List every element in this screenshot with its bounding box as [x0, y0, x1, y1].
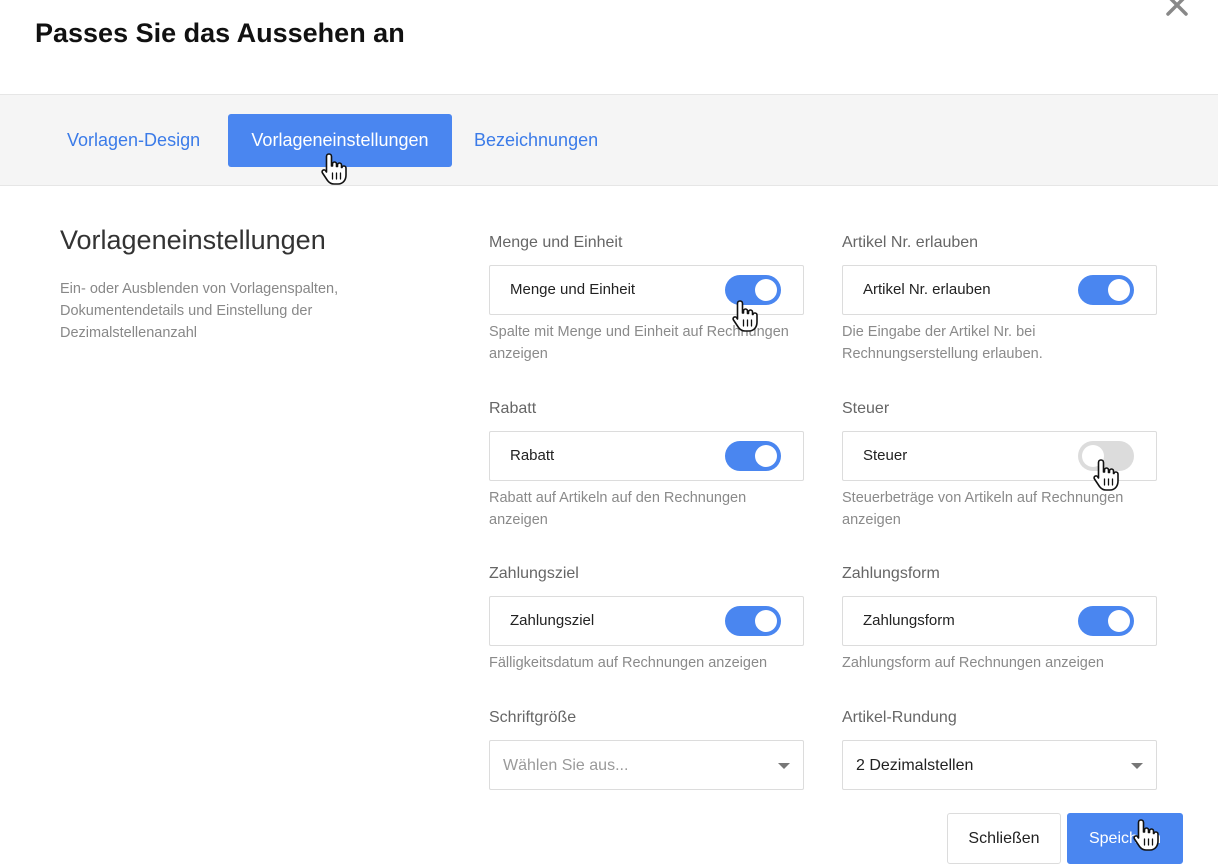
toggle-label: Menge und Einheit — [510, 281, 636, 298]
setting-box: Steuer — [842, 431, 1157, 481]
setting-help: Zahlungsform auf Rechnungen anzeigen — [842, 655, 1104, 671]
rounding-select[interactable]: 2 Dezimalstellen — [842, 740, 1157, 790]
setting-tax: Steuer Steuer Steuerbeträge von Artikeln… — [842, 398, 1157, 531]
setting-label: Artikel Nr. erlauben — [842, 234, 979, 251]
toggle-knob — [755, 279, 777, 301]
setting-box: Artikel Nr. erlauben — [842, 265, 1157, 315]
setting-label: Rabatt — [489, 400, 537, 417]
setting-payment-method: Zahlungsform Zahlungsform Zahlungsform a… — [842, 563, 1157, 674]
toggle-label: Steuer — [863, 447, 908, 464]
close-button[interactable]: Schließen — [947, 813, 1061, 864]
caret-down-icon — [778, 763, 790, 769]
tab-labels[interactable]: Bezeichnungen — [454, 114, 618, 167]
setting-payment-term: Zahlungsziel Zahlungsziel Fälligkeitsdat… — [489, 563, 804, 674]
toggle-knob — [1108, 279, 1130, 301]
setting-box: Zahlungsform — [842, 596, 1157, 646]
modal-header: Passes Sie das Aussehen an — [0, 0, 1218, 94]
setting-box: Menge und Einheit — [489, 265, 804, 315]
toggle-knob — [1082, 445, 1104, 467]
setting-quantity: Menge und Einheit Menge und Einheit Spal… — [489, 232, 804, 365]
setting-label: Zahlungsform — [842, 565, 940, 582]
tab-bar: Vorlagen-Design Vorlageneinstellungen Be… — [0, 94, 1218, 186]
caret-down-icon — [1131, 763, 1143, 769]
setting-rounding: Artikel-Rundung 2 Dezimalstellen — [842, 707, 1157, 790]
setting-help: Rabatt auf Artikeln auf den Rechnungen a… — [489, 490, 747, 528]
setting-label: Steuer — [842, 400, 890, 417]
select-value: 2 Dezimalstellen — [856, 757, 974, 774]
setting-discount: Rabatt Rabatt Rabatt auf Artikeln auf de… — [489, 398, 804, 531]
toggle-label: Rabatt — [510, 447, 555, 464]
section-description: Ein- oder Ausblenden von Vorlagenspalten… — [60, 281, 339, 341]
font-size-select[interactable]: Wählen Sie aus... — [489, 740, 804, 790]
setting-article-no: Artikel Nr. erlauben Artikel Nr. erlaube… — [842, 232, 1157, 365]
discount-toggle[interactable] — [725, 441, 781, 471]
tax-toggle[interactable] — [1078, 441, 1134, 471]
setting-help: Spalte mit Menge und Einheit auf Rechnun… — [489, 324, 789, 362]
payment-method-toggle[interactable] — [1078, 606, 1134, 636]
setting-box: Zahlungsziel — [489, 596, 804, 646]
article-no-toggle[interactable] — [1078, 275, 1134, 305]
setting-label: Menge und Einheit — [489, 234, 623, 251]
tab-template-settings[interactable]: Vorlageneinstellungen — [228, 114, 452, 167]
payment-term-toggle[interactable] — [725, 606, 781, 636]
toggle-knob — [755, 610, 777, 632]
setting-font-size: Schriftgröße Wählen Sie aus... — [489, 707, 804, 790]
tab-template-design[interactable]: Vorlagen-Design — [47, 114, 220, 167]
setting-help: Die Eingabe der Artikel Nr. bei Rechnung… — [842, 324, 1043, 362]
toggle-label: Artikel Nr. erlauben — [863, 281, 991, 298]
setting-label: Zahlungsziel — [489, 565, 579, 582]
setting-help: Steuerbeträge von Artikeln auf Rechnunge… — [842, 490, 1124, 528]
setting-help: Fälligkeitsdatum auf Rechnungen anzeigen — [489, 655, 768, 671]
toggle-label: Zahlungsziel — [510, 612, 595, 629]
toggle-knob — [755, 445, 777, 467]
save-button[interactable]: Speichern — [1067, 813, 1183, 864]
setting-label: Schriftgröße — [489, 709, 577, 726]
toggle-label: Zahlungsform — [863, 612, 955, 629]
close-icon[interactable] — [1164, 0, 1190, 18]
setting-label: Artikel-Rundung — [842, 709, 957, 726]
section-title: Vorlageneinstellungen — [60, 225, 326, 255]
setting-box: Rabatt — [489, 431, 804, 481]
modal-title: Passes Sie das Aussehen an — [35, 18, 405, 48]
select-placeholder: Wählen Sie aus... — [503, 757, 629, 774]
toggle-knob — [1108, 610, 1130, 632]
quantity-toggle[interactable] — [725, 275, 781, 305]
